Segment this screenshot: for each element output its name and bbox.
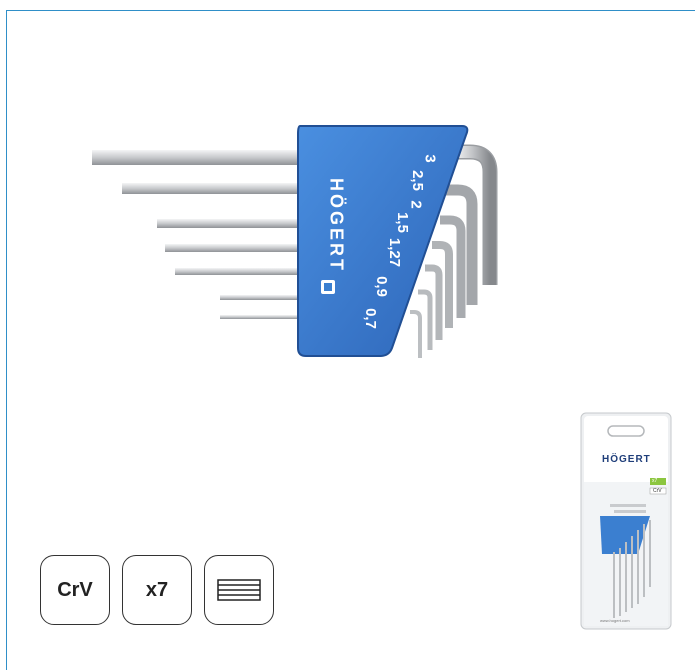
count-badge: x7	[122, 555, 192, 625]
package-count-label: x7	[652, 478, 658, 484]
holder-badge	[204, 555, 274, 625]
hex-key-long-arms	[92, 150, 302, 319]
size-label: 0,9	[372, 276, 390, 297]
size-label: 1,5	[393, 212, 411, 233]
brand-logo-icon	[321, 280, 335, 294]
size-label: 1,27	[386, 237, 404, 268]
package-website: www.hogert.com	[600, 618, 630, 623]
package-thumbnail: HÖGERT x7 CrV www.hogert.com	[580, 412, 672, 635]
size-label: 0,7	[361, 308, 379, 329]
holder-brand-label: HÖGERT	[326, 177, 347, 273]
material-badge: CrV	[40, 555, 110, 625]
size-label: 3	[421, 154, 439, 163]
holder-lines-icon	[217, 579, 261, 601]
material-badge-label: CrV	[57, 578, 93, 601]
size-label: 2	[407, 200, 425, 209]
size-label: 2,5	[408, 170, 426, 191]
count-badge-label: x7	[145, 578, 169, 601]
blister-pack-image	[580, 412, 672, 630]
package-brand: HÖGERT	[602, 454, 651, 465]
package-material-label: CrV	[653, 488, 662, 494]
